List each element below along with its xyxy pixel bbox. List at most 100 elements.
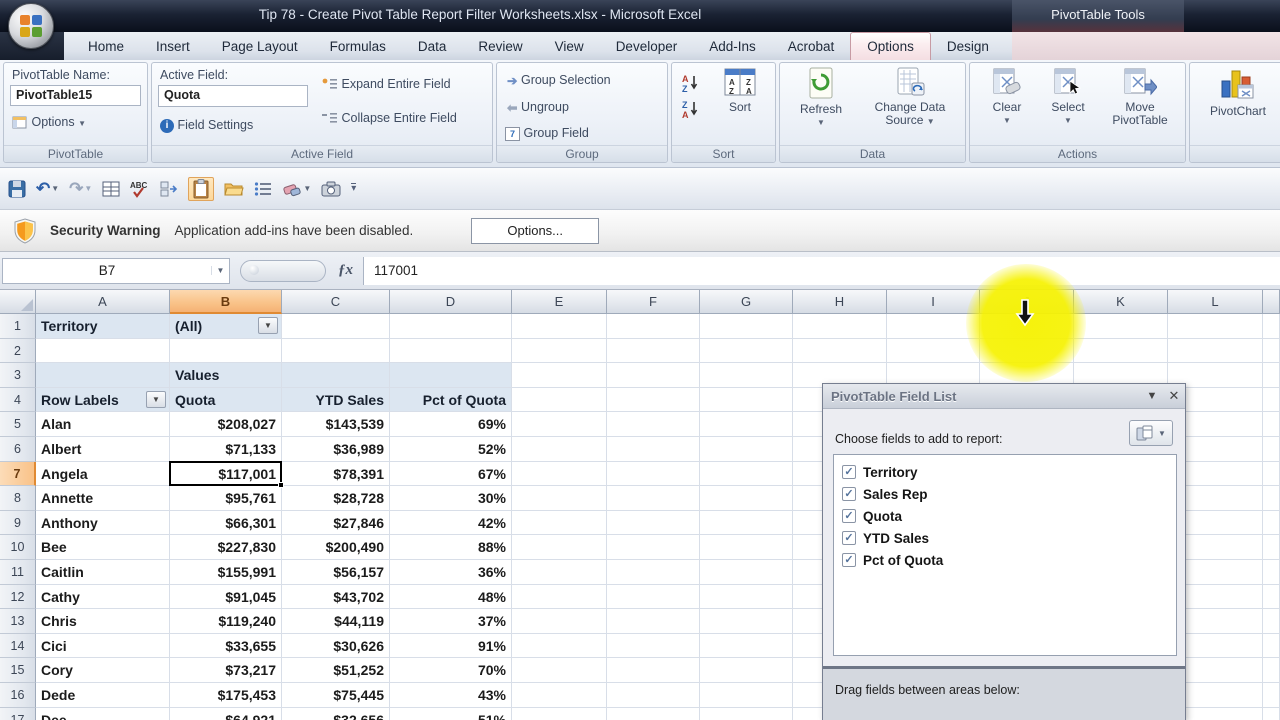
cell-B17[interactable]: $64,921 [170, 708, 282, 720]
pivotchart-button[interactable]: PivotChart [1198, 67, 1278, 118]
change-data-source-button[interactable]: Change Data Source ▼ [860, 67, 960, 128]
row-header-9[interactable]: 9 [0, 511, 36, 536]
cell-A10[interactable]: Bee [36, 535, 170, 560]
row-header-2[interactable]: 2 [0, 339, 36, 364]
cell-A17[interactable]: Dee [36, 708, 170, 720]
pivottable-name-input[interactable]: PivotTable15 [10, 85, 141, 106]
column-header-L[interactable]: L [1168, 290, 1263, 314]
cell-D16[interactable]: 43% [390, 683, 512, 708]
column-header-F[interactable]: F [607, 290, 700, 314]
cell-G10[interactable] [700, 535, 793, 560]
select-all-corner[interactable] [0, 290, 36, 314]
group-selection-button[interactable]: ➔ Group Selection [507, 73, 611, 88]
cell-E15[interactable] [512, 658, 607, 683]
collapse-entire-field-button[interactable]: Collapse Entire Field [322, 111, 457, 125]
cell-A15[interactable]: Cory [36, 658, 170, 683]
row-header-4[interactable]: 4 [0, 388, 36, 413]
field-item-territory[interactable]: ✓Territory [842, 461, 1168, 483]
tab-developer[interactable]: Developer [600, 33, 694, 61]
column-header-D[interactable]: D [390, 290, 512, 314]
cell-K1[interactable] [1074, 314, 1168, 339]
cell-F3[interactable] [607, 363, 700, 388]
checkbox-icon[interactable]: ✓ [842, 553, 856, 567]
row-header-14[interactable]: 14 [0, 634, 36, 659]
cell-E14[interactable] [512, 634, 607, 659]
cell-G2[interactable] [700, 339, 793, 364]
camera-icon[interactable] [321, 181, 341, 197]
cell-C5[interactable]: $143,539 [282, 412, 390, 437]
cell-G4[interactable] [700, 388, 793, 413]
checkbox-icon[interactable]: ✓ [842, 487, 856, 501]
cell-E4[interactable] [512, 388, 607, 413]
sort-button[interactable]: AZZA Sort [710, 67, 770, 114]
cell-G12[interactable] [700, 585, 793, 610]
clipboard-icon[interactable] [188, 177, 214, 201]
cell-E17[interactable] [512, 708, 607, 720]
column-header-H[interactable]: H [793, 290, 887, 314]
cell-B12[interactable]: $91,045 [170, 585, 282, 610]
cell-D14[interactable]: 91% [390, 634, 512, 659]
cell-B4[interactable]: Quota [170, 388, 282, 413]
cell-E10[interactable] [512, 535, 607, 560]
tab-acrobat[interactable]: Acrobat [772, 33, 851, 61]
cell-A7[interactable]: Angela [36, 462, 170, 487]
tab-data[interactable]: Data [402, 33, 463, 61]
cell-C4[interactable]: YTD Sales [282, 388, 390, 413]
cell-C9[interactable]: $27,846 [282, 511, 390, 536]
cell-F4[interactable] [607, 388, 700, 413]
cell-E6[interactable] [512, 437, 607, 462]
cell-G17[interactable] [700, 708, 793, 720]
cell-F16[interactable] [607, 683, 700, 708]
cell-F5[interactable] [607, 412, 700, 437]
paste-link-icon[interactable] [160, 180, 178, 198]
tab-formulas[interactable]: Formulas [314, 33, 402, 61]
filter-dropdown-icon-B1[interactable]: ▼ [258, 317, 278, 334]
tab-design[interactable]: Design [931, 33, 1005, 61]
field-list-close-icon[interactable]: ✕ [1163, 388, 1185, 404]
qat-more-icon[interactable]: ▾ [351, 183, 356, 194]
cell-I2[interactable] [887, 339, 980, 364]
cell-A14[interactable]: Cici [36, 634, 170, 659]
eraser-icon[interactable]: ▼ [282, 181, 311, 197]
cell-B5[interactable]: $208,027 [170, 412, 282, 437]
undo-icon[interactable]: ↶▼ [36, 179, 59, 199]
cell-A13[interactable]: Chris [36, 609, 170, 634]
cell-B15[interactable]: $73,217 [170, 658, 282, 683]
row-header-5[interactable]: 5 [0, 412, 36, 437]
cell-D2[interactable] [390, 339, 512, 364]
column-header-B[interactable]: B [170, 290, 282, 314]
group-field-button[interactable]: 7 Group Field [505, 126, 589, 141]
field-item-ytd-sales[interactable]: ✓YTD Sales [842, 527, 1168, 549]
cell-G1[interactable] [700, 314, 793, 339]
field-list-titlebar[interactable]: PivotTable Field List ▼ ✕ [823, 384, 1185, 409]
field-item-pct-of-quota[interactable]: ✓Pct of Quota [842, 549, 1168, 571]
checkbox-icon[interactable]: ✓ [842, 531, 856, 545]
cell-F15[interactable] [607, 658, 700, 683]
cell-C14[interactable]: $30,626 [282, 634, 390, 659]
checkbox-icon[interactable]: ✓ [842, 465, 856, 479]
table-icon[interactable] [102, 180, 120, 198]
field-item-sales-rep[interactable]: ✓Sales Rep [842, 483, 1168, 505]
cell-A1[interactable]: Territory [36, 314, 170, 339]
column-header-A[interactable]: A [36, 290, 170, 314]
cell-B16[interactable]: $175,453 [170, 683, 282, 708]
cell-A4[interactable]: Row Labels▼ [36, 388, 170, 413]
row-header-1[interactable]: 1 [0, 314, 36, 339]
cell-D12[interactable]: 48% [390, 585, 512, 610]
fill-handle[interactable] [278, 482, 284, 488]
cell-C3[interactable] [282, 363, 390, 388]
cell-C11[interactable]: $56,157 [282, 560, 390, 585]
cell-E2[interactable] [512, 339, 607, 364]
cell-F2[interactable] [607, 339, 700, 364]
cell-G8[interactable] [700, 486, 793, 511]
cell-A12[interactable]: Cathy [36, 585, 170, 610]
cell-E5[interactable] [512, 412, 607, 437]
formula-input[interactable]: 117001 [363, 257, 1280, 285]
sort-za-button[interactable]: ZA [680, 99, 700, 119]
row-header-7[interactable]: 7 [0, 462, 36, 487]
cell-D5[interactable]: 69% [390, 412, 512, 437]
cell-D1[interactable] [390, 314, 512, 339]
row-header-17[interactable]: 17 [0, 708, 36, 720]
cell-B2[interactable] [170, 339, 282, 364]
cell-F12[interactable] [607, 585, 700, 610]
